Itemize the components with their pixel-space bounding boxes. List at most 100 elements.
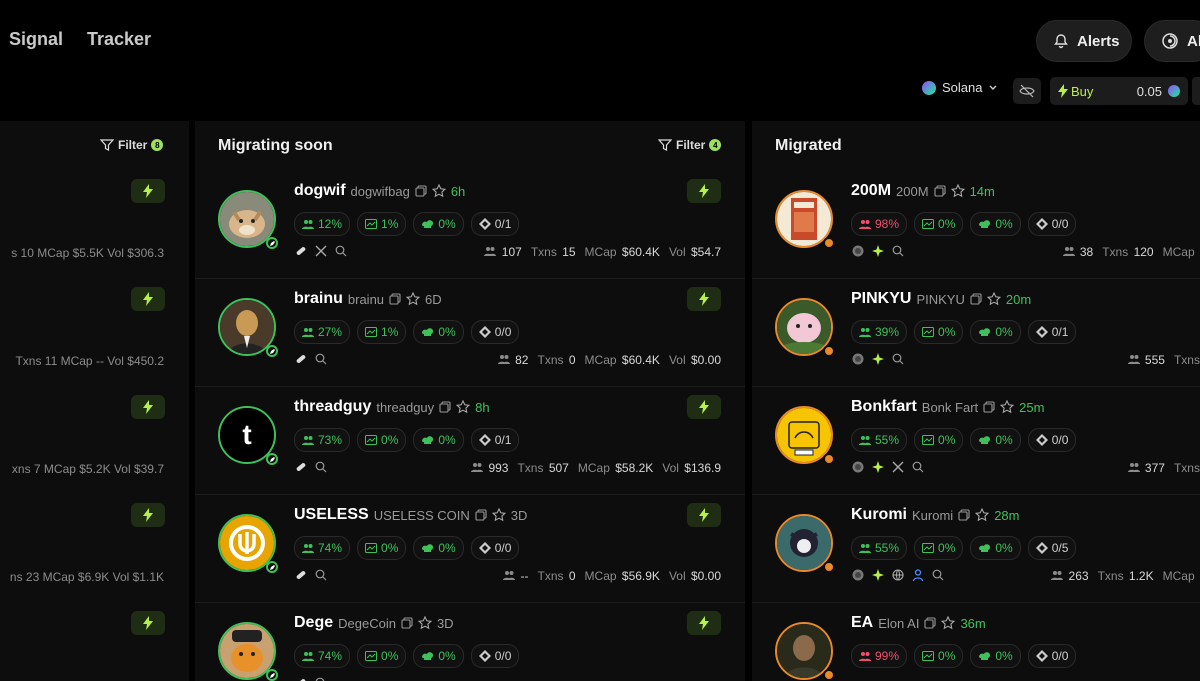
token-card[interactable]: Kuromi Kuromi 28m 55% 0% 0% 0/5 263 Txns 1.2K MC… xyxy=(752,496,1200,603)
quick-buy-button[interactable] xyxy=(131,287,165,311)
token-card[interactable]: USELESS USELESS COIN 3D 74% 0% 0% 0/0 -- Txns 0… xyxy=(195,496,745,603)
copy-icon[interactable] xyxy=(958,509,970,521)
token-name[interactable]: threadguy xyxy=(294,398,371,416)
holders-icon xyxy=(1127,463,1140,472)
txns-count: Txns 507 xyxy=(517,461,569,475)
alerts-label: Alerts xyxy=(1077,32,1120,50)
search-icon[interactable] xyxy=(315,677,327,681)
buy-amount[interactable]: 0.05 xyxy=(1137,84,1162,99)
copy-icon[interactable] xyxy=(415,185,427,197)
globe-icon[interactable] xyxy=(892,569,904,581)
star-icon[interactable] xyxy=(941,616,956,630)
quick-buy-button[interactable] xyxy=(131,179,165,203)
nav-tracker[interactable]: Tracker xyxy=(87,29,151,50)
quick-buy-button[interactable] xyxy=(131,503,165,527)
copy-icon[interactable] xyxy=(389,293,401,305)
sparkle-icon[interactable] xyxy=(872,569,884,581)
quick-buy-button[interactable] xyxy=(687,395,721,419)
token-name[interactable]: PINKYU xyxy=(851,290,911,308)
quick-buy-button[interactable] xyxy=(687,503,721,527)
filter-button[interactable]: Filter 8 xyxy=(100,138,164,152)
quick-buy-button[interactable] xyxy=(687,287,721,311)
quick-buy-button[interactable] xyxy=(687,611,721,635)
holders-count: 555 xyxy=(1127,353,1165,367)
stat-top-holders: 73% xyxy=(294,428,351,452)
token-name[interactable]: dogwif xyxy=(294,182,346,200)
token-card[interactable]: BonkfartBonk Fart25m55%0%0%0/0 377Txns 4… xyxy=(752,388,1200,495)
stat-dex-paid: 0/0 xyxy=(1027,428,1077,452)
copy-icon[interactable] xyxy=(970,293,982,305)
star-icon[interactable] xyxy=(1000,400,1015,414)
alerts-button[interactable]: Alerts xyxy=(1036,20,1132,62)
token-name[interactable]: Kuromi xyxy=(851,506,907,524)
token-card[interactable]: 200M200M14m98%0%0%0/0 38Txns 120MCap $94… xyxy=(752,172,1200,279)
token-image xyxy=(777,516,831,570)
search-icon[interactable] xyxy=(892,353,904,365)
copy-icon[interactable] xyxy=(934,185,946,197)
search-icon[interactable] xyxy=(932,569,944,581)
token-card[interactable]: dogwif dogwifbag 6h 12% 1% 0% 0/1 107 Txns 15 MC… xyxy=(195,172,745,279)
token-name[interactable]: USELESS xyxy=(294,506,369,524)
quick-buy-button[interactable] xyxy=(687,179,721,203)
social-links xyxy=(295,569,327,581)
chain-selector[interactable]: Solana xyxy=(922,80,1000,95)
star-icon[interactable] xyxy=(986,292,1001,306)
lightning-icon xyxy=(143,616,153,630)
token-name[interactable]: EA xyxy=(851,614,873,632)
pill-icon[interactable] xyxy=(295,677,307,681)
user-icon[interactable] xyxy=(912,569,924,581)
star-icon[interactable] xyxy=(431,184,446,198)
token-name-row: threadguy threadguy 8h xyxy=(294,398,490,416)
coin-icon[interactable] xyxy=(852,569,864,581)
token-card[interactable]: Dege DegeCoin 3D 74% 0% 0% 0/0 xyxy=(195,604,745,681)
copy-icon[interactable] xyxy=(924,617,936,629)
quick-buy-box[interactable]: Buy 0.05 xyxy=(1050,77,1188,105)
copy-icon[interactable] xyxy=(983,401,995,413)
token-card[interactable]: t threadguy threadguy 8h 73% 0% 0% 0/1 993 Txns … xyxy=(195,388,745,495)
sparkle-icon[interactable] xyxy=(872,245,884,257)
token-name[interactable]: brainu xyxy=(294,290,343,308)
nav-signal[interactable]: Signal xyxy=(9,29,63,50)
search-icon[interactable] xyxy=(315,569,327,581)
sparkle-icon[interactable] xyxy=(872,461,884,473)
star-icon[interactable] xyxy=(950,184,965,198)
star-icon[interactable] xyxy=(406,292,421,306)
quick-buy-button[interactable] xyxy=(131,611,165,635)
chef-hat-icon xyxy=(422,652,434,660)
pill-icon[interactable] xyxy=(295,245,307,257)
token-image xyxy=(220,624,274,678)
x-twitter-icon[interactable] xyxy=(315,245,327,257)
coin-icon[interactable] xyxy=(852,245,864,257)
search-icon[interactable] xyxy=(315,353,327,365)
search-icon[interactable] xyxy=(892,245,904,257)
star-icon[interactable] xyxy=(491,508,506,522)
search-icon[interactable] xyxy=(315,461,327,473)
copy-icon[interactable] xyxy=(401,617,413,629)
copy-icon[interactable] xyxy=(475,509,487,521)
star-icon[interactable] xyxy=(456,400,471,414)
token-card[interactable]: PINKYUPINKYU20m39%0%0%0/1 555Txns 5.3K xyxy=(752,280,1200,387)
ai-button[interactable]: Al xyxy=(1144,20,1200,62)
filter-button[interactable]: Filter 4 xyxy=(658,138,722,152)
search-icon[interactable] xyxy=(335,245,347,257)
token-name[interactable]: Dege xyxy=(294,614,333,632)
token-card[interactable]: brainu brainu 6D 27% 1% 0% 0/0 82 Txns 0 MCap $6… xyxy=(195,280,745,387)
copy-icon[interactable] xyxy=(439,401,451,413)
stat-snipers: 0% xyxy=(970,320,1021,344)
pill-icon[interactable] xyxy=(295,569,307,581)
hide-button[interactable] xyxy=(1013,78,1041,104)
token-name[interactable]: 200M xyxy=(851,182,891,200)
coin-icon[interactable] xyxy=(852,461,864,473)
star-icon[interactable] xyxy=(975,508,990,522)
token-card[interactable]: EA Elon AI 36m 99% 0% 0% 0/0 xyxy=(752,604,1200,681)
sparkle-icon[interactable] xyxy=(872,353,884,365)
x-twitter-icon[interactable] xyxy=(892,461,904,473)
column-title: Migrated xyxy=(775,137,842,154)
star-icon[interactable] xyxy=(417,616,432,630)
search-icon[interactable] xyxy=(912,461,924,473)
pill-icon[interactable] xyxy=(295,461,307,473)
pill-icon[interactable] xyxy=(295,353,307,365)
token-name[interactable]: Bonkfart xyxy=(851,398,917,416)
coin-icon[interactable] xyxy=(852,353,864,365)
quick-buy-button[interactable] xyxy=(131,395,165,419)
